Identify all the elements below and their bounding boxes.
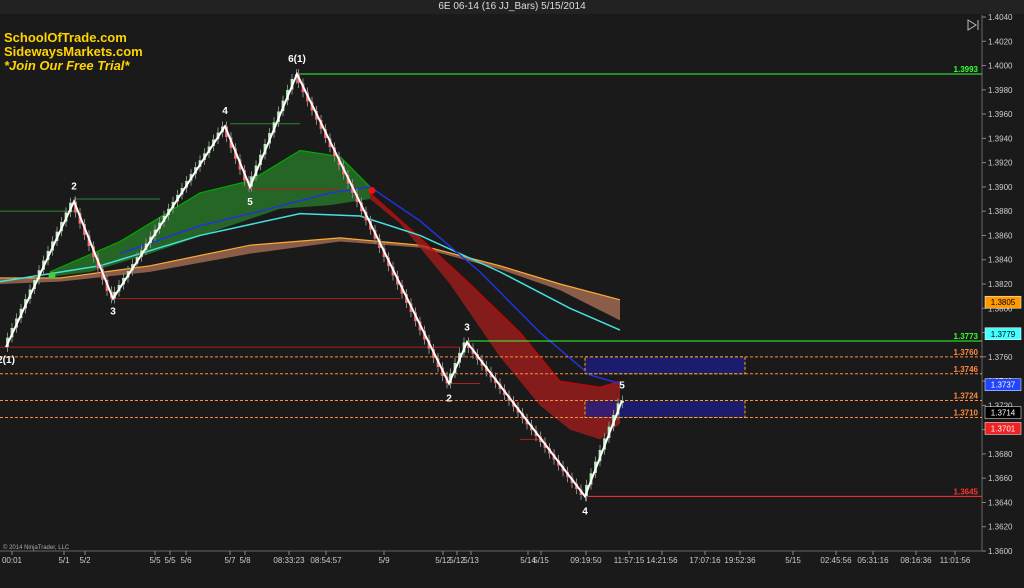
copyright-text: © 2014 NinjaTrader, LLC [3, 545, 70, 551]
price-badge-label: 1.3805 [991, 298, 1016, 307]
wave-point-label: 3 [110, 307, 116, 318]
x-tick-label: 09:19:50 [570, 556, 602, 565]
x-tick-label: 14:21:56 [646, 556, 678, 565]
x-tick-label: 5/7 [224, 556, 236, 565]
y-tick-label: 1.3600 [988, 547, 1013, 556]
x-tick-label: 08:54:57 [310, 556, 342, 565]
y-tick-label: 1.3760 [988, 353, 1013, 362]
target-zone-box [584, 356, 746, 375]
y-tick-label: 1.3680 [988, 450, 1013, 459]
price-chart[interactable]: 1.4040 1.4020 1.4000 1.3980 1.3960 1.3940 1.39… [0, 0, 1024, 588]
level-label: 1.3645 [954, 487, 979, 496]
wave-point-label: 4 [582, 506, 588, 517]
wave-point-label: 5 [247, 197, 253, 208]
y-tick-label: 1.3880 [988, 207, 1013, 216]
x-tick-label: 5/15 [533, 556, 549, 565]
x-tick-label: 05:31:16 [857, 556, 889, 565]
sell-signal-dot [368, 187, 376, 195]
x-tick-label: 17:07:16 [689, 556, 721, 565]
x-tick-label: 5/1 [58, 556, 70, 565]
y-tick-label: 1.3840 [988, 256, 1013, 265]
x-tick-label: 5/8 [239, 556, 251, 565]
y-tick-label: 1.3660 [988, 474, 1013, 483]
x-tick-label: 11:01:56 [940, 556, 971, 565]
y-tick-label: 1.3640 [988, 498, 1013, 507]
scroll-to-end-icon[interactable] [966, 18, 980, 32]
level-label: 1.3993 [954, 65, 979, 74]
x-tick-label: 5/15 [785, 556, 801, 565]
plot-background [0, 15, 1024, 588]
x-tick-label: 00:01 [2, 556, 23, 565]
y-tick-label: 1.3960 [988, 110, 1013, 119]
price-badge-label: 1.3714 [991, 409, 1016, 418]
y-tick-label: 1.3620 [988, 523, 1013, 532]
y-tick-label: 1.3900 [988, 183, 1013, 192]
wave-point-label: 3 [464, 322, 470, 333]
x-tick-label: 5/2 [79, 556, 91, 565]
level-label: 1.3710 [954, 409, 979, 418]
y-tick-label: 1.3980 [988, 86, 1013, 95]
brand-line-3: *Join Our Free Trial* [4, 58, 130, 73]
wave-point-label: 2 [71, 181, 77, 192]
y-tick-label: 1.3820 [988, 280, 1013, 289]
x-tick-label: 08:33:23 [273, 556, 305, 565]
level-label: 1.3746 [954, 365, 979, 374]
chart-window: 6E 06-14 (16 JJ_Bars) 5/15/2014 1.4040 1.… [0, 0, 1024, 588]
buy-signal-dot [48, 272, 56, 280]
level-label: 1.3773 [954, 332, 979, 341]
y-tick-label: 1.4020 [988, 37, 1013, 46]
wave-point-label: 2(1) [0, 355, 15, 366]
x-tick-label: 5/6 [180, 556, 192, 565]
brand-line-1: SchoolOfTrade.com [4, 30, 127, 45]
target-zone-box [584, 400, 746, 419]
x-tick-label: 02:45:56 [820, 556, 852, 565]
wave-point-label: 4 [222, 106, 228, 117]
y-tick-label: 1.3940 [988, 134, 1013, 143]
y-tick-label: 1.4000 [988, 62, 1013, 71]
level-label: 1.3724 [954, 392, 979, 401]
wave-point-label: 5 [619, 381, 625, 392]
price-badge-label: 1.3737 [991, 381, 1016, 390]
y-tick-label: 1.4040 [988, 13, 1013, 22]
x-tick-label: 08:16:36 [900, 556, 932, 565]
y-tick-label: 1.3860 [988, 231, 1013, 240]
x-tick-label: 5/9 [378, 556, 390, 565]
brand-line-2: SidewaysMarkets.com [4, 44, 143, 59]
x-tick-label: 11:57:15 [614, 556, 645, 565]
x-tick-label: 19:52:36 [724, 556, 756, 565]
x-tick-label: 5/13 [463, 556, 479, 565]
wave-point-label: 2 [446, 394, 452, 405]
y-tick-label: 1.3920 [988, 159, 1013, 168]
price-badge-label: 1.3779 [991, 330, 1016, 339]
x-tick-label: 5/5 [149, 556, 161, 565]
x-tick-label: 5/5 [164, 556, 176, 565]
price-badge-label: 1.3701 [991, 424, 1016, 433]
level-label: 1.3760 [954, 348, 979, 357]
wave-point-label: 6(1) [288, 54, 306, 65]
